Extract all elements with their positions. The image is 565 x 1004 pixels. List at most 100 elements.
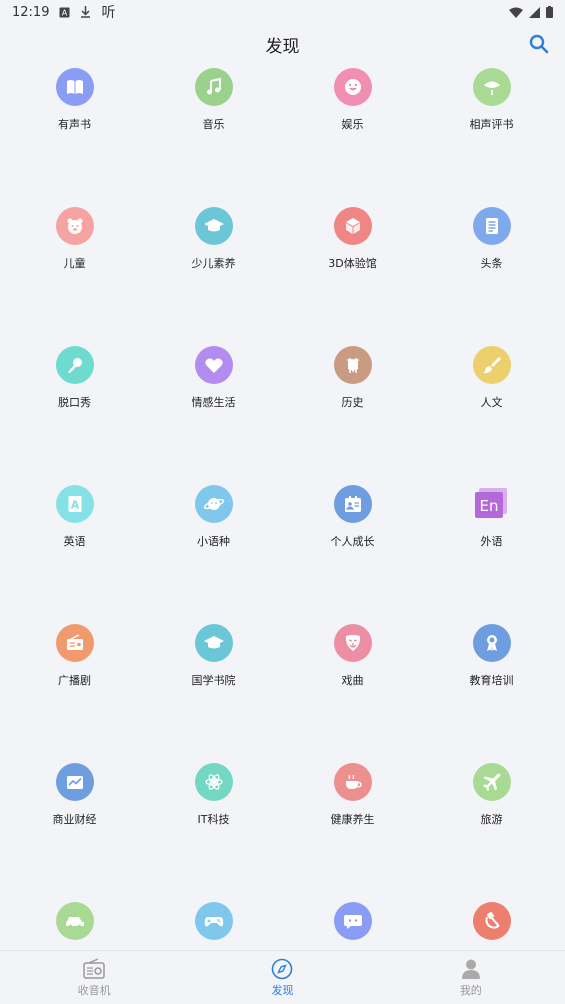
category-item[interactable]: 个人成长 [283,485,422,624]
category-icon-circle [333,624,372,662]
category-item[interactable] [5,902,144,949]
category-item[interactable]: 脱口秀 [5,346,144,485]
tab-mine-label: 我的 [459,983,482,997]
category-item[interactable]: 小语种 [144,485,283,624]
category-item[interactable]: 人文 [422,346,561,485]
category-item[interactable]: 儿童 [5,207,144,346]
category-icon-circle [333,68,372,106]
category-icon-circle [55,624,94,662]
category-label: 小语种 [197,535,230,548]
bell-icon [346,358,359,373]
person-icon [461,959,480,979]
category-icon-circle [333,207,372,245]
category-label: 国学书院 [191,674,236,687]
category-item[interactable]: 音乐 [144,68,283,207]
category-label: 相声评书 [469,118,514,131]
category-item[interactable]: 有声书 [5,68,144,207]
category-icon-circle [472,207,511,245]
category-icon-circle [55,68,94,106]
category-label: 有声书 [58,118,91,131]
category-item[interactable]: A 英语 [5,485,144,624]
tab-radio[interactable]: 收音机 [0,951,188,1004]
category-item[interactable]: 教育培训 [422,624,561,763]
category-label: 商业财经 [52,813,97,826]
category-icon-circle [194,346,233,384]
chat-icon [343,915,362,929]
ribbon-icon [486,635,497,651]
category-item[interactable]: 头条 [422,207,561,346]
category-label: 广播剧 [58,674,91,687]
cube-icon [345,218,360,234]
category-item[interactable]: 健康养生 [283,763,422,902]
category-icon-circle [472,624,511,662]
category-label: 健康养生 [330,813,375,826]
category-icon-circle: A [55,485,94,523]
category-icon-circle [194,68,233,106]
header: 发现 [0,28,565,60]
category-item[interactable]: 娱乐 [283,68,422,207]
airplane-icon [482,773,500,791]
tab-discover-label: 发现 [271,983,294,997]
letter-a-icon: A [68,496,81,512]
tab-discover[interactable]: 发现 [188,951,376,1004]
category-icon-circle [333,763,372,801]
category-item[interactable]: 戏曲 [283,624,422,763]
bear-icon [67,218,82,234]
category-label: 个人成长 [330,535,375,548]
category-icon-circle [55,207,94,245]
brush-icon [482,357,501,374]
category-icon-circle: En [473,485,511,523]
category-item[interactable]: 3D体验馆 [283,207,422,346]
fan-icon [483,81,500,95]
category-icon-circle [472,346,511,384]
page-title: 发现 [265,36,300,57]
status-right [509,6,553,18]
category-label: 头条 [480,257,503,270]
graduation-cap-icon [203,636,224,649]
battery-icon [546,6,553,18]
category-item[interactable] [144,902,283,949]
category-item[interactable]: En 外语 [422,485,561,624]
category-item[interactable]: 国学书院 [144,624,283,763]
tab-mine[interactable]: 我的 [377,951,565,1004]
radio-icon [66,634,83,650]
category-item[interactable]: 广播剧 [5,624,144,763]
app-indicator: 听 [101,5,116,21]
category-label: 教育培训 [469,674,514,687]
status-time: 12:19 [12,4,50,20]
category-item[interactable]: 相声评书 [422,68,561,207]
category-icon-circle [333,902,372,940]
category-item[interactable] [283,902,422,949]
category-label: 儿童 [63,257,86,270]
category-item[interactable]: 商业财经 [5,763,144,902]
atom-icon [204,774,223,790]
search-icon[interactable] [527,32,551,56]
category-label: 音乐 [202,118,225,131]
wifi-icon [509,7,523,18]
category-label: 外语 [480,535,503,548]
signal-icon [529,6,540,18]
bottom-tab-bar: 收音机 发现 我的 [0,950,565,1004]
car-icon [65,917,84,929]
category-item[interactable]: IT科技 [144,763,283,902]
category-icon-circle [55,902,94,940]
tab-radio-label: 收音机 [77,983,111,997]
category-item[interactable]: 少儿素养 [144,207,283,346]
id-card-icon [344,496,361,512]
microphone-icon [67,358,82,373]
graduation-cap-icon [203,219,224,232]
category-item[interactable]: 旅游 [422,763,561,902]
download-icon [81,6,91,18]
category-item[interactable] [422,902,561,949]
category-icon-circle [194,207,233,245]
category-icon-circle [333,485,372,523]
radio-icon [83,957,105,979]
category-item[interactable]: 历史 [283,346,422,485]
category-icon-circle [194,763,233,801]
category-label: IT科技 [197,813,230,826]
music-icon [206,77,221,95]
category-icon-circle [333,346,372,384]
category-icon-circle [472,763,511,801]
category-item[interactable]: 情感生活 [144,346,283,485]
status-bar: 12:19 A 听 [0,0,565,24]
